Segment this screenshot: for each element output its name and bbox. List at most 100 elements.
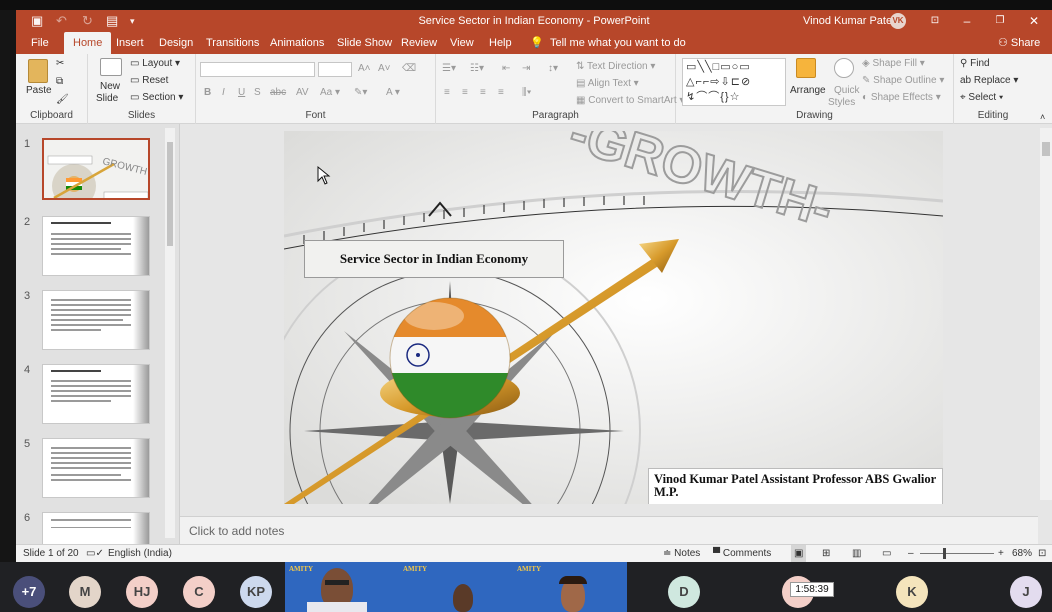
- slide-thumbnail-6[interactable]: [42, 512, 150, 544]
- reset-button[interactable]: ▭ Reset: [130, 74, 168, 88]
- workspace-scrollbar[interactable]: [1040, 128, 1052, 500]
- tab-review[interactable]: Review: [401, 32, 437, 54]
- shape-outline-button[interactable]: ✎ Shape Outline ▾: [862, 74, 944, 88]
- tab-view[interactable]: View: [450, 32, 474, 54]
- redo-icon[interactable]: ↻: [82, 10, 93, 32]
- strikethrough-icon[interactable]: abc: [270, 86, 286, 100]
- slide-canvas[interactable]: -GROWTH- Service Sector in Indian Econom…: [284, 131, 943, 504]
- increase-font-icon[interactable]: A˄: [358, 62, 371, 76]
- thumbnail-scrollbar[interactable]: [165, 128, 175, 538]
- participant-avatar-c[interactable]: C: [183, 576, 215, 608]
- ribbon-display-options-icon[interactable]: ⊡: [920, 10, 950, 32]
- tab-home[interactable]: Home: [64, 32, 112, 54]
- slide-title-textbox[interactable]: Service Sector in Indian Economy: [304, 240, 564, 278]
- zoom-slider-thumb[interactable]: [943, 548, 946, 559]
- undo-icon[interactable]: ↶: [56, 10, 67, 32]
- participant-avatar-j[interactable]: J: [1010, 576, 1042, 608]
- shapes-row-1[interactable]: ▭╲╲□▭○▭: [686, 60, 751, 74]
- participant-avatar-d[interactable]: D: [668, 576, 700, 608]
- align-text-button[interactable]: ▤ Align Text ▾: [576, 77, 639, 91]
- underline-icon[interactable]: U: [238, 86, 245, 100]
- select-button[interactable]: ⌖ Select ▾: [960, 91, 1003, 105]
- participant-avatar-hj[interactable]: HJ: [126, 576, 158, 608]
- collapse-ribbon-icon[interactable]: ˄: [1040, 110, 1045, 124]
- quick-styles-label-2[interactable]: Styles: [828, 96, 855, 110]
- numbering-icon[interactable]: ☷▾: [470, 62, 484, 76]
- tab-design[interactable]: Design: [159, 32, 193, 54]
- video-tile-3[interactable]: AMITY: [513, 562, 627, 612]
- comments-toggle[interactable]: ▀ Comments: [713, 545, 771, 562]
- cut-icon[interactable]: ✂: [56, 57, 64, 71]
- section-button[interactable]: ▭ Section ▾: [130, 91, 183, 105]
- video-tile-2[interactable]: AMITY: [399, 562, 513, 612]
- spellcheck-icon[interactable]: ▭✓: [86, 545, 104, 562]
- quick-styles-icon[interactable]: [834, 58, 854, 78]
- close-icon[interactable]: ✕: [1019, 10, 1049, 32]
- participant-avatar-kp[interactable]: KP: [240, 576, 272, 608]
- shape-effects-button[interactable]: ◐ Shape Effects ▾: [862, 91, 941, 105]
- tab-help[interactable]: Help: [489, 32, 512, 54]
- decrease-font-icon[interactable]: A˅: [378, 62, 391, 76]
- slide-thumbnail-4[interactable]: [42, 364, 150, 424]
- font-color-icon[interactable]: A ▾: [386, 86, 400, 100]
- italic-icon[interactable]: I: [222, 86, 225, 100]
- new-slide-icon[interactable]: [100, 58, 122, 76]
- shapes-row-3[interactable]: ↯⌒⌒{}☆: [686, 90, 740, 104]
- find-button[interactable]: ⚲ Find: [960, 57, 990, 71]
- restore-icon[interactable]: ❐: [985, 10, 1015, 32]
- align-right-icon[interactable]: ≡: [480, 86, 486, 100]
- scrollbar-grip[interactable]: [167, 142, 173, 246]
- text-direction-button[interactable]: ⇅ Text Direction ▾: [576, 60, 655, 74]
- slide-author-textbox[interactable]: Vinod Kumar Patel Assistant Professor AB…: [648, 468, 943, 504]
- user-avatar[interactable]: VK: [890, 13, 906, 29]
- format-painter-icon[interactable]: 🖌: [56, 93, 69, 107]
- paste-button[interactable]: Paste: [26, 84, 52, 98]
- zoom-level[interactable]: 68%: [1012, 545, 1032, 562]
- reading-view-icon[interactable]: ▥: [852, 545, 861, 562]
- tell-me-search[interactable]: Tell me what you want to do: [550, 32, 686, 54]
- participant-video-strip[interactable]: AMITY AMITY AMITY: [285, 562, 627, 612]
- bullets-icon[interactable]: ☰▾: [442, 62, 456, 76]
- clear-formatting-icon[interactable]: ⌫: [402, 62, 416, 76]
- tab-file[interactable]: File: [31, 32, 49, 54]
- fit-to-window-icon[interactable]: ⊡: [1038, 545, 1046, 562]
- shadow-icon[interactable]: S: [254, 86, 261, 100]
- notes-toggle[interactable]: ≐ Notes: [663, 545, 700, 562]
- new-slide-label-2[interactable]: Slide: [96, 92, 118, 106]
- slide-thumbnail-5[interactable]: [42, 438, 150, 498]
- replace-button[interactable]: ab Replace ▾: [960, 74, 1018, 88]
- arrange-icon[interactable]: [796, 58, 816, 78]
- normal-view-icon[interactable]: ▣: [791, 545, 807, 562]
- shapes-row-2[interactable]: △⌐⌐⇨⇩⊏⊘: [686, 75, 751, 89]
- change-case-icon[interactable]: Aa ▾: [320, 86, 340, 100]
- tab-transitions[interactable]: Transitions: [206, 32, 259, 54]
- arrange-button[interactable]: Arrange: [790, 84, 826, 98]
- increase-indent-icon[interactable]: ⇥: [522, 62, 530, 76]
- user-name[interactable]: Vinod Kumar Patel: [803, 10, 895, 32]
- align-center-icon[interactable]: ≡: [462, 86, 468, 100]
- font-size-dropdown[interactable]: [318, 62, 352, 77]
- slide-thumbnail-3[interactable]: [42, 290, 150, 350]
- tab-insert[interactable]: Insert: [116, 32, 144, 54]
- columns-icon[interactable]: ⫼▾: [522, 86, 531, 100]
- share-button[interactable]: ⚇ Share: [998, 32, 1040, 54]
- slide-sorter-icon[interactable]: ⊞: [822, 545, 830, 562]
- font-family-dropdown[interactable]: [200, 62, 315, 77]
- language-status[interactable]: English (India): [108, 545, 172, 562]
- notes-placeholder[interactable]: Click to add notes: [189, 524, 284, 538]
- minimize-icon[interactable]: –: [952, 10, 982, 32]
- zoom-in-icon[interactable]: +: [998, 545, 1004, 562]
- notes-pane[interactable]: Click to add notes: [180, 516, 1038, 544]
- line-spacing-icon[interactable]: ↕▾: [548, 62, 558, 76]
- align-left-icon[interactable]: ≡: [444, 86, 450, 100]
- slideshow-view-icon[interactable]: ▭: [882, 545, 891, 562]
- tab-animations[interactable]: Animations: [270, 32, 324, 54]
- paste-icon[interactable]: [28, 59, 48, 83]
- shapes-gallery[interactable]: ▭╲╲□▭○▭ △⌐⌐⇨⇩⊏⊘ ↯⌒⌒{}☆: [682, 58, 786, 106]
- zoom-slider[interactable]: [920, 553, 994, 554]
- slide-thumbnail-1[interactable]: GROWTH: [42, 138, 150, 200]
- convert-smartart-button[interactable]: ▦ Convert to SmartArt ▾: [576, 94, 684, 108]
- participant-avatar-m[interactable]: M: [69, 576, 101, 608]
- video-tile-1[interactable]: AMITY: [285, 562, 399, 612]
- justify-icon[interactable]: ≡: [498, 86, 504, 100]
